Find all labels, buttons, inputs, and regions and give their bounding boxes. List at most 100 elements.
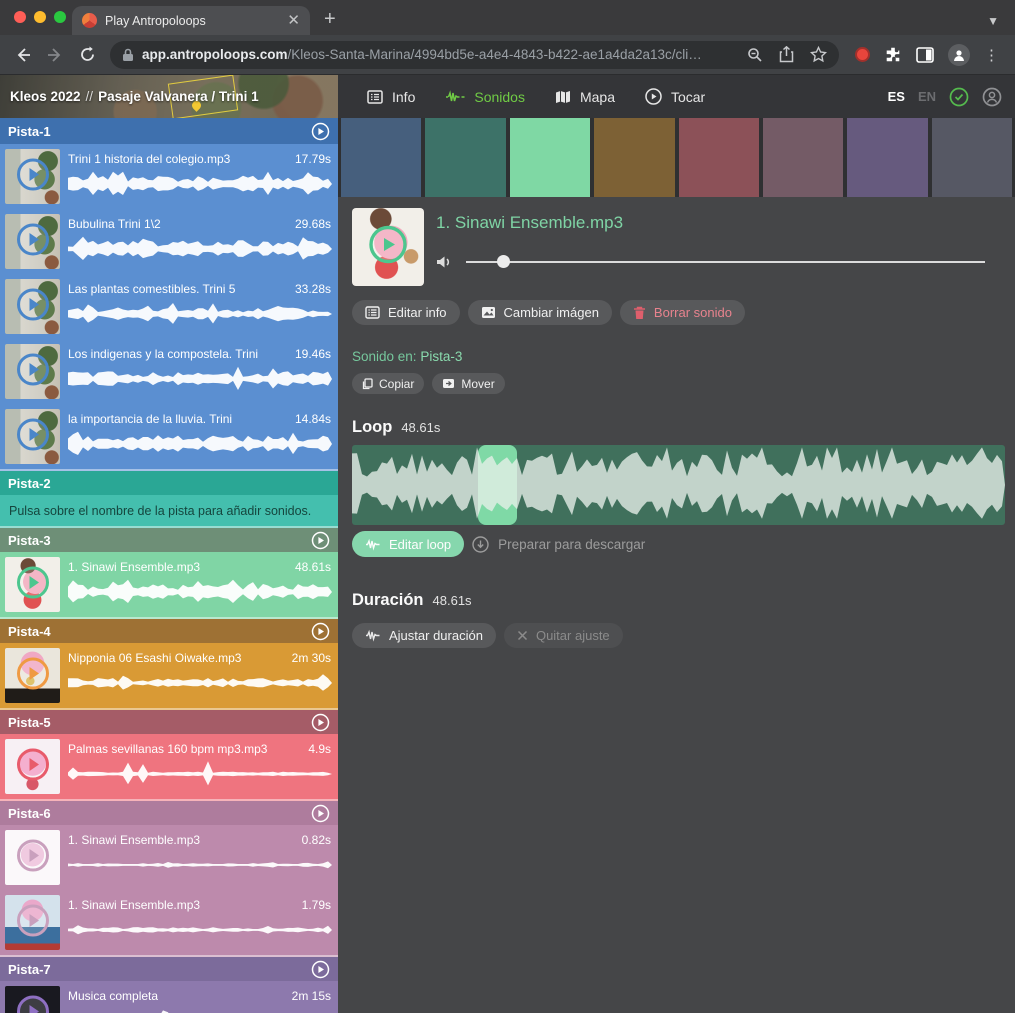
browser-tab[interactable]: Play Antropoloops ✕ bbox=[72, 6, 310, 35]
move-button[interactable]: Mover bbox=[432, 373, 504, 394]
tab-sonidos[interactable]: Sonidos bbox=[430, 75, 540, 118]
side-panel-icon[interactable] bbox=[916, 47, 934, 63]
volume-slider[interactable] bbox=[466, 255, 985, 269]
clip-play-overlay-icon[interactable] bbox=[15, 902, 51, 943]
color-swatch-8[interactable] bbox=[932, 118, 1012, 197]
tab-mapa[interactable]: Mapa bbox=[540, 75, 630, 118]
track-header-pista-1[interactable]: Pista-1 bbox=[0, 118, 338, 144]
color-swatch-7[interactable] bbox=[847, 118, 927, 197]
volume-icon[interactable] bbox=[436, 254, 453, 270]
track-header-pista-5[interactable]: Pista-5 bbox=[0, 708, 338, 734]
track-header-pista-4[interactable]: Pista-4 bbox=[0, 617, 338, 643]
clip-play-overlay-icon[interactable] bbox=[15, 156, 51, 197]
recording-indicator-icon[interactable] bbox=[855, 47, 870, 62]
clip-play-overlay-icon[interactable] bbox=[15, 993, 51, 1013]
clip-row[interactable]: 1. Sinawi Ensemble.mp30.82s bbox=[0, 825, 338, 890]
minimize-window-button[interactable] bbox=[34, 11, 46, 23]
adjust-duration-button[interactable]: Ajustar duración bbox=[352, 623, 496, 648]
reload-button[interactable] bbox=[74, 42, 100, 68]
track-header-pista-3[interactable]: Pista-3 bbox=[0, 526, 338, 552]
new-tab-button[interactable]: + bbox=[324, 8, 336, 31]
clip-row[interactable]: Musica completa2m 15s bbox=[0, 981, 338, 1013]
tab-close-icon[interactable]: ✕ bbox=[287, 13, 300, 28]
clip-play-overlay-icon[interactable] bbox=[15, 416, 51, 457]
color-swatch-3[interactable] bbox=[510, 118, 590, 197]
color-swatch-2[interactable] bbox=[425, 118, 505, 197]
clip-row[interactable]: Nipponia 06 Esashi Oiwake.mp32m 30s bbox=[0, 643, 338, 708]
clip-thumbnail[interactable] bbox=[5, 986, 60, 1013]
zoom-icon[interactable] bbox=[747, 47, 763, 63]
remove-adjust-button[interactable]: Quitar ajuste bbox=[504, 623, 623, 648]
breadcrumb-page[interactable]: Pasaje Valvanera / Trini 1 bbox=[98, 89, 259, 104]
breadcrumb-project[interactable]: Kleos 2022 bbox=[10, 89, 81, 104]
forward-button[interactable] bbox=[42, 42, 68, 68]
color-swatch-4[interactable] bbox=[594, 118, 674, 197]
clip-row[interactable]: Bubulina Trini 1\229.68s bbox=[0, 209, 338, 274]
lang-en[interactable]: EN bbox=[918, 89, 936, 104]
clip-thumbnail[interactable] bbox=[5, 830, 60, 885]
clip-thumbnail[interactable] bbox=[5, 279, 60, 334]
clip-thumbnail[interactable] bbox=[5, 409, 60, 464]
account-icon[interactable] bbox=[982, 87, 1002, 107]
extensions-puzzle-icon[interactable] bbox=[884, 46, 902, 64]
track-play-button[interactable] bbox=[311, 622, 330, 641]
track-header-pista-6[interactable]: Pista-6 bbox=[0, 799, 338, 825]
sound-location-track-link[interactable]: Pista-3 bbox=[420, 349, 462, 364]
track-play-button[interactable] bbox=[311, 804, 330, 823]
bookmark-star-icon[interactable] bbox=[810, 46, 827, 63]
color-swatch-1[interactable] bbox=[341, 118, 421, 197]
close-window-button[interactable] bbox=[14, 11, 26, 23]
track-play-button[interactable] bbox=[311, 531, 330, 550]
clip-row[interactable]: Las plantas comestibles. Trini 533.28s bbox=[0, 274, 338, 339]
clip-thumbnail[interactable] bbox=[5, 149, 60, 204]
clip-thumbnail[interactable] bbox=[5, 557, 60, 612]
clip-row[interactable]: la importancia de la lluvia. Trini14.84s bbox=[0, 404, 338, 469]
clip-thumbnail[interactable] bbox=[5, 739, 60, 794]
browser-menu-icon[interactable]: ⋮ bbox=[984, 46, 999, 64]
copy-button[interactable]: Copiar bbox=[352, 373, 424, 394]
clip-row[interactable]: Trini 1 historia del colegio.mp317.79s bbox=[0, 144, 338, 209]
clip-play-overlay-icon[interactable] bbox=[15, 221, 51, 262]
volume-slider-thumb[interactable] bbox=[497, 255, 510, 268]
clip-thumbnail[interactable] bbox=[5, 214, 60, 269]
clip-thumbnail[interactable] bbox=[5, 895, 60, 950]
breadcrumb[interactable]: Kleos 2022//Pasaje Valvanera / Trini 1 bbox=[0, 75, 338, 118]
clip-play-overlay-icon[interactable] bbox=[15, 655, 51, 696]
back-button[interactable] bbox=[10, 42, 36, 68]
clip-play-overlay-icon[interactable] bbox=[15, 746, 51, 787]
tab-search-chevron-icon[interactable]: ▼ bbox=[987, 14, 999, 28]
profile-avatar[interactable] bbox=[948, 44, 970, 66]
sound-thumbnail[interactable] bbox=[352, 208, 424, 286]
edit-info-button[interactable]: Editar info bbox=[352, 300, 460, 325]
share-icon[interactable] bbox=[779, 46, 794, 63]
color-swatch-6[interactable] bbox=[763, 118, 843, 197]
prepare-download-button[interactable]: Preparar para descargar bbox=[472, 536, 645, 553]
edit-loop-button[interactable]: Editar loop bbox=[352, 531, 464, 557]
lang-es[interactable]: ES bbox=[888, 89, 905, 104]
delete-sound-button[interactable]: Borrar sonido bbox=[620, 300, 745, 325]
track-header-pista-7[interactable]: Pista-7 bbox=[0, 955, 338, 981]
track-play-button[interactable] bbox=[311, 122, 330, 141]
tab-info[interactable]: Info bbox=[352, 75, 430, 118]
clip-play-overlay-icon[interactable] bbox=[15, 351, 51, 392]
track-play-button[interactable] bbox=[311, 960, 330, 979]
sync-check-icon[interactable] bbox=[949, 87, 969, 107]
fullscreen-window-button[interactable] bbox=[54, 11, 66, 23]
url-bar[interactable]: app.antropoloops.com/Kleos-Santa-Marina/… bbox=[110, 41, 839, 69]
loop-waveform-panel[interactable] bbox=[352, 445, 1005, 525]
clip-play-overlay-icon[interactable] bbox=[15, 286, 51, 327]
play-overlay-icon[interactable] bbox=[367, 224, 409, 271]
clip-play-overlay-icon[interactable] bbox=[15, 564, 51, 605]
clip-thumbnail[interactable] bbox=[5, 344, 60, 399]
track-play-button[interactable] bbox=[311, 713, 330, 732]
clip-play-overlay-icon[interactable] bbox=[15, 837, 51, 878]
color-swatch-5[interactable] bbox=[679, 118, 759, 197]
clip-thumbnail[interactable] bbox=[5, 648, 60, 703]
clip-row[interactable]: 1. Sinawi Ensemble.mp31.79s bbox=[0, 890, 338, 955]
track-header-pista-2[interactable]: Pista-2 bbox=[0, 469, 338, 495]
clip-row[interactable]: Los indigenas y la compostela. Trini19.4… bbox=[0, 339, 338, 404]
clip-row[interactable]: 1. Sinawi Ensemble.mp348.61s bbox=[0, 552, 338, 617]
macos-window-controls[interactable] bbox=[14, 11, 66, 23]
change-image-button[interactable]: Cambiar imágen bbox=[468, 300, 612, 325]
clip-row[interactable]: Palmas sevillanas 160 bpm mp3.mp34.9s bbox=[0, 734, 338, 799]
